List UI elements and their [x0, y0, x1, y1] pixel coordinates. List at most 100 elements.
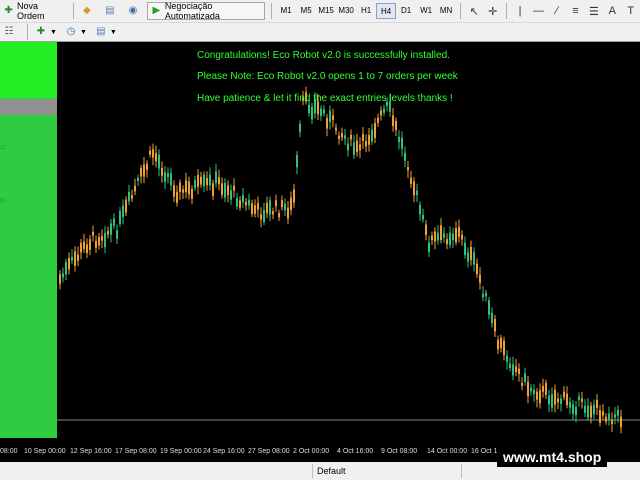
timeframe-h1[interactable]: H1: [356, 3, 376, 19]
candle-body: [590, 405, 592, 418]
candle-body: [572, 404, 574, 414]
candle-body: [212, 183, 214, 196]
candle-body: [338, 135, 340, 139]
templates-button[interactable]: ▤ ▼: [92, 23, 120, 41]
history-button[interactable]: ▤: [101, 2, 122, 20]
candle-body: [101, 236, 103, 241]
timeframe-mn[interactable]: MN: [436, 3, 456, 19]
timeframe-m5[interactable]: M5: [296, 3, 316, 19]
candle-body: [278, 213, 280, 218]
timeframe-m15[interactable]: M15: [316, 3, 336, 19]
toolbar-separator: [72, 3, 74, 19]
candle-body: [575, 406, 577, 416]
candle-body: [116, 230, 118, 239]
horizontal-line-icon[interactable]: —: [529, 5, 547, 17]
candle-body: [254, 205, 256, 214]
candle-body: [512, 364, 514, 376]
candle-body: [416, 190, 418, 196]
candle-body: [284, 203, 286, 211]
candle-body: [311, 106, 313, 120]
autotrading-icon: ▶: [152, 5, 161, 16]
candle-body: [617, 409, 619, 416]
timeframe-m30[interactable]: M30: [336, 3, 356, 19]
add-indicator-button[interactable]: ✚ ▼: [32, 23, 60, 41]
channel-icon[interactable]: ≡: [566, 5, 584, 17]
candle-body: [383, 108, 385, 113]
candle-body: [605, 416, 607, 422]
candle-body: [269, 200, 271, 215]
candle-body: [131, 195, 133, 199]
periods-button[interactable]: ◷ ▼: [62, 23, 90, 41]
ea-panel-header: [0, 42, 57, 98]
candle-body: [395, 121, 397, 130]
candle-body: [578, 396, 580, 401]
candle-body: [164, 172, 166, 182]
dropdown-arrow-icon: ▼: [79, 28, 87, 36]
trendline-icon[interactable]: ∕: [548, 5, 566, 17]
candle-body: [449, 232, 451, 245]
candle-body: [299, 123, 301, 133]
candle-body: [365, 140, 367, 147]
candle-body: [257, 202, 259, 210]
install-message: Congratulations! Eco Robot v2.0 is succe…: [197, 50, 450, 61]
autotrading-button[interactable]: ▶ Negociação Automatizada: [146, 1, 266, 21]
candle-body: [506, 355, 508, 362]
candle-body: [167, 173, 169, 178]
candle-body: [110, 223, 112, 235]
candle-body: [185, 180, 187, 193]
candle-body: [143, 164, 145, 177]
candle-body: [161, 167, 163, 176]
candle-body: [326, 118, 328, 129]
candle-body: [233, 185, 235, 191]
candle-body: [380, 110, 382, 116]
candle-body: [551, 394, 553, 408]
document-icon: ▤: [105, 5, 115, 16]
market-watch-button[interactable]: ◆: [78, 2, 99, 20]
candle-body: [86, 244, 88, 254]
candle-body: [509, 363, 511, 369]
candle-body: [539, 390, 541, 404]
indicators-button[interactable]: ☷: [0, 23, 21, 41]
candle-body: [602, 411, 604, 416]
time-label: 4 Oct 16:00: [337, 448, 374, 455]
text-tool-icon[interactable]: A: [603, 5, 621, 17]
time-label: 19 Sep 00:00: [160, 448, 202, 455]
candle-body: [560, 398, 562, 404]
candle-body: [581, 398, 583, 402]
label-tool-icon[interactable]: T: [622, 5, 640, 17]
time-label: 27 Sep 08:00: [248, 448, 290, 455]
candle-body: [503, 340, 505, 356]
globe-button[interactable]: ◉: [124, 2, 145, 20]
time-label: 08:00: [0, 448, 18, 455]
candle-body: [281, 200, 283, 208]
candle-body: [242, 195, 244, 203]
candle-body: [497, 339, 499, 350]
candle-body: [404, 152, 406, 161]
candle-body: [530, 387, 532, 392]
orders-note-message: Please Note: Eco Robot v2.0 opens 1 to 7…: [197, 71, 458, 82]
candle-body: [209, 174, 211, 186]
timeframe-m1[interactable]: M1: [276, 3, 296, 19]
timeframe-w1[interactable]: W1: [416, 3, 436, 19]
candle-body: [443, 233, 445, 238]
candle-body: [359, 144, 361, 151]
crosshair-icon[interactable]: ✛: [483, 5, 501, 18]
candle-body: [593, 404, 595, 415]
candle-body: [290, 197, 292, 210]
timeframe-h4[interactable]: H4: [376, 3, 397, 19]
candle-body: [458, 226, 460, 237]
autotrading-label: Negociação Automatizada: [164, 1, 220, 21]
vertical-line-icon[interactable]: |: [511, 5, 529, 17]
profile-status[interactable]: Default: [312, 464, 462, 478]
new-order-button[interactable]: ✚ Nova Ordem: [0, 1, 67, 21]
candle-body: [200, 176, 202, 185]
candle-body: [239, 200, 241, 208]
candle-body: [140, 167, 142, 177]
candle-body: [272, 211, 274, 215]
timeframe-d1[interactable]: D1: [396, 3, 416, 19]
eraser-icon: ◆: [82, 5, 91, 16]
candle-body: [170, 173, 172, 186]
candle-body: [614, 414, 616, 418]
cursor-icon[interactable]: ↖: [465, 5, 483, 18]
fibonacci-icon[interactable]: ☰: [585, 5, 603, 18]
